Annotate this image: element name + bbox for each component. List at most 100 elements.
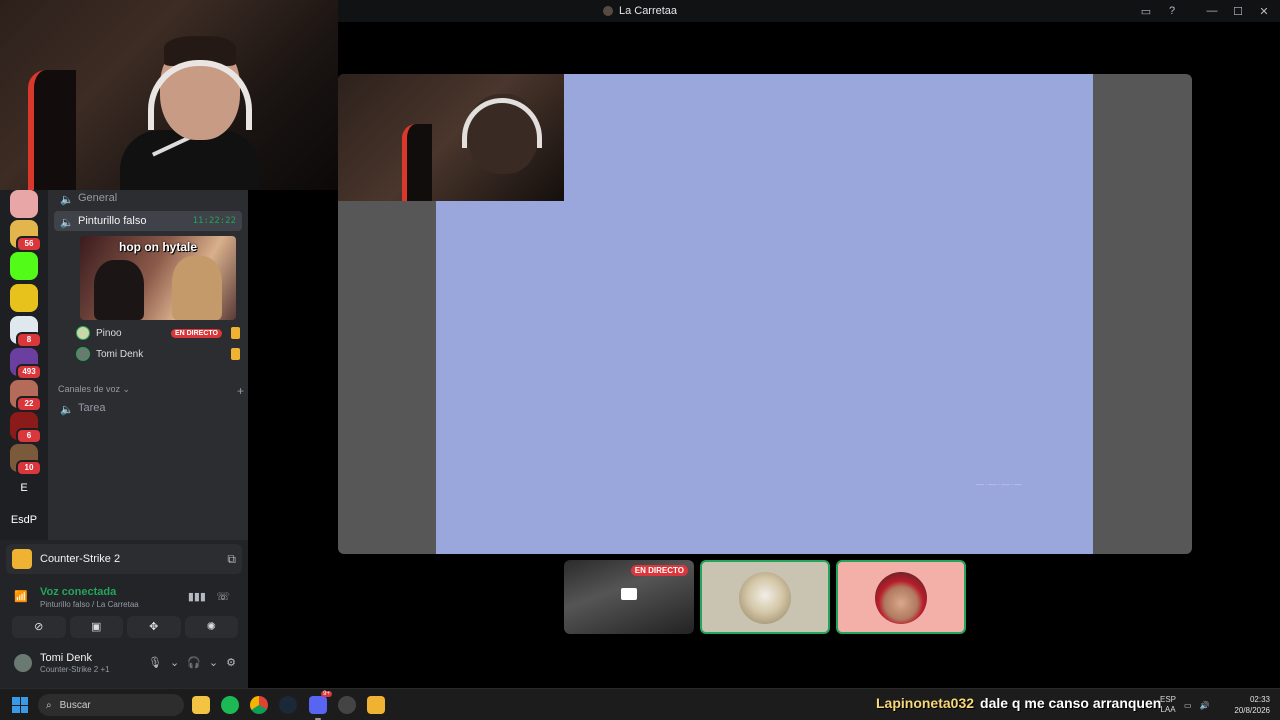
language-indicator[interactable]: ESP LAA [1160, 695, 1176, 715]
server-icon-2[interactable]: 56 [10, 220, 42, 252]
participant-tile-stream[interactable]: EN DIRECTO [564, 560, 694, 634]
screen-share-icon[interactable]: ⧉ [227, 552, 236, 567]
maximize-icon[interactable]: ☐ [1230, 5, 1246, 18]
section-label: Canales de voz [58, 384, 121, 394]
taskbar-search[interactable]: ⌕ Buscar [38, 694, 184, 716]
server-icon-6[interactable]: 493 [10, 348, 42, 380]
voice-location[interactable]: Pinturillo falso / La Carretaa [40, 600, 139, 609]
waveform-icon[interactable]: ▮▮▮ [188, 590, 206, 603]
voice-member-pinoo[interactable]: Pinoo EN DIRECTO [76, 324, 240, 342]
window-title: La Carretaa [602, 5, 678, 17]
cs2-icon[interactable] [367, 696, 385, 714]
server-badge: 8 [16, 332, 42, 348]
stream-preview-text: hop on hytale [119, 240, 197, 254]
channel-timer: 11:22:22 [192, 216, 236, 226]
activities-icon[interactable]: ✥ [127, 616, 181, 638]
channel-tarea[interactable]: 🔈 Tarea [54, 398, 242, 418]
avatar [76, 347, 90, 361]
voice-status: 📶 Voz conectada Pinturillo falso / La Ca… [14, 584, 236, 612]
chair [28, 70, 76, 190]
user-activity: Counter-Strike 2 +1 [40, 665, 110, 674]
cs2-icon [12, 549, 32, 569]
stream-preview[interactable]: hop on hytale [80, 236, 236, 320]
spotify-icon[interactable] [221, 696, 239, 714]
chat-username: Lapinoneta032 [876, 695, 975, 711]
member-name: Pinoo [96, 327, 122, 339]
inbox-icon[interactable]: ▭ [1138, 5, 1154, 18]
server-text-e[interactable]: E [10, 474, 38, 502]
screen-watermark: —·—·—·— [976, 480, 1023, 489]
voice-status-text: Voz conectada [40, 586, 117, 598]
participant-tile-hamster[interactable] [700, 560, 830, 634]
window-title-text: La Carretaa [618, 5, 678, 17]
soundboard-icon[interactable]: ✺ [184, 616, 238, 638]
chrome-icon[interactable] [250, 696, 268, 714]
server-badge: 56 [16, 236, 42, 252]
screen-share-icon [621, 588, 637, 600]
add-channel-icon[interactable]: + [237, 384, 244, 398]
channel-pinturillo[interactable]: 🔈 Pinturillo falso 11:22:22 [54, 211, 242, 231]
server-icon-7[interactable]: 22 [10, 380, 42, 412]
chevron-down-icon[interactable]: ⌄ [170, 656, 179, 669]
camera-off-icon[interactable]: ⊘ [12, 616, 66, 638]
server-icon-1[interactable] [10, 190, 38, 218]
server-icon-9[interactable]: 10 [10, 444, 42, 476]
file-explorer-icon[interactable] [192, 696, 210, 714]
user-panel: Counter-Strike 2 ⧉ 📶 Voz conectada Pintu… [0, 540, 248, 688]
chevron-down-icon[interactable]: ⌄ [209, 656, 218, 669]
windows-start-icon[interactable] [12, 697, 28, 713]
avatar [739, 572, 791, 624]
discord-icon[interactable]: 9+ [309, 691, 332, 720]
member-name: Tomi Denk [96, 348, 144, 360]
channel-name: Tarea [78, 402, 106, 414]
voice-channels-header[interactable]: Canales de voz ⌄ + [58, 384, 244, 398]
chevron-down-icon: ⌄ [120, 384, 131, 394]
avatar [76, 326, 90, 340]
server-text-esdp[interactable]: EsdP [10, 506, 38, 534]
channel-general[interactable]: 🔈 General [54, 188, 242, 208]
server-badge: 493 [16, 364, 42, 380]
mic-icon[interactable]: 🎙 [148, 656, 162, 669]
headphones-icon[interactable]: 🎧 [187, 656, 201, 669]
volume-icon[interactable]: 🔊 [1200, 701, 1210, 710]
voice-controls: ⊘ ▣ ✥ ✺ [12, 616, 238, 638]
lang-bottom: LAA [1160, 705, 1176, 714]
close-icon[interactable]: ✕ [1256, 5, 1272, 18]
speaker-icon: 🔈 [60, 217, 74, 229]
help-icon[interactable]: ? [1164, 5, 1180, 17]
stream-stage[interactable]: —·—·—·— [338, 74, 1192, 554]
server-badge: 22 [16, 396, 42, 412]
server-icon-3[interactable] [10, 252, 38, 280]
discord-badge: 9+ [321, 691, 332, 697]
server-icon-5[interactable]: 8 [10, 316, 42, 348]
lang-top: ESP [1160, 695, 1177, 704]
network-icon[interactable]: ▭ [1184, 701, 1192, 710]
steam-icon[interactable] [279, 696, 297, 714]
minimize-icon[interactable]: — [1204, 5, 1220, 17]
cs2-icon [231, 348, 240, 360]
hangup-icon[interactable]: ☏ [216, 590, 230, 603]
clock[interactable]: 02:33 20/8/2026 [1234, 694, 1270, 716]
channel-list: 🔈 General 🔈 Pinturillo falso 11:22:22 ho… [48, 190, 248, 540]
user-name: Tomi Denk [40, 652, 92, 664]
channel-name: Pinturillo falso [78, 215, 147, 227]
settings-icon[interactable]: ⚙ [226, 656, 236, 669]
participant-tile-user[interactable] [836, 560, 966, 634]
search-icon: ⌕ [46, 699, 52, 711]
avatar [875, 572, 927, 624]
current-user[interactable]: Tomi Denk Counter-Strike 2 +1 🎙 ⌄ 🎧 ⌄ ⚙ [8, 648, 240, 680]
streamer-webcam [0, 0, 338, 190]
clock-date: 20/8/2026 [1234, 706, 1270, 715]
voice-member-tomi[interactable]: Tomi Denk [76, 345, 240, 363]
server-badge: 6 [16, 428, 42, 444]
obs-icon[interactable] [338, 696, 356, 714]
server-icon-8[interactable]: 6 [10, 412, 42, 444]
channel-name: General [78, 192, 118, 204]
signal-icon: 📶 [14, 591, 28, 603]
chat-overlay: Lapinoneta032 dale q me canso arranquen [876, 695, 1161, 711]
server-icon-4[interactable] [10, 284, 38, 312]
stream-webcam [338, 74, 564, 201]
avatar [12, 652, 34, 674]
screen-share-icon[interactable]: ▣ [69, 616, 123, 638]
activity-bar[interactable]: Counter-Strike 2 ⧉ [6, 544, 242, 574]
